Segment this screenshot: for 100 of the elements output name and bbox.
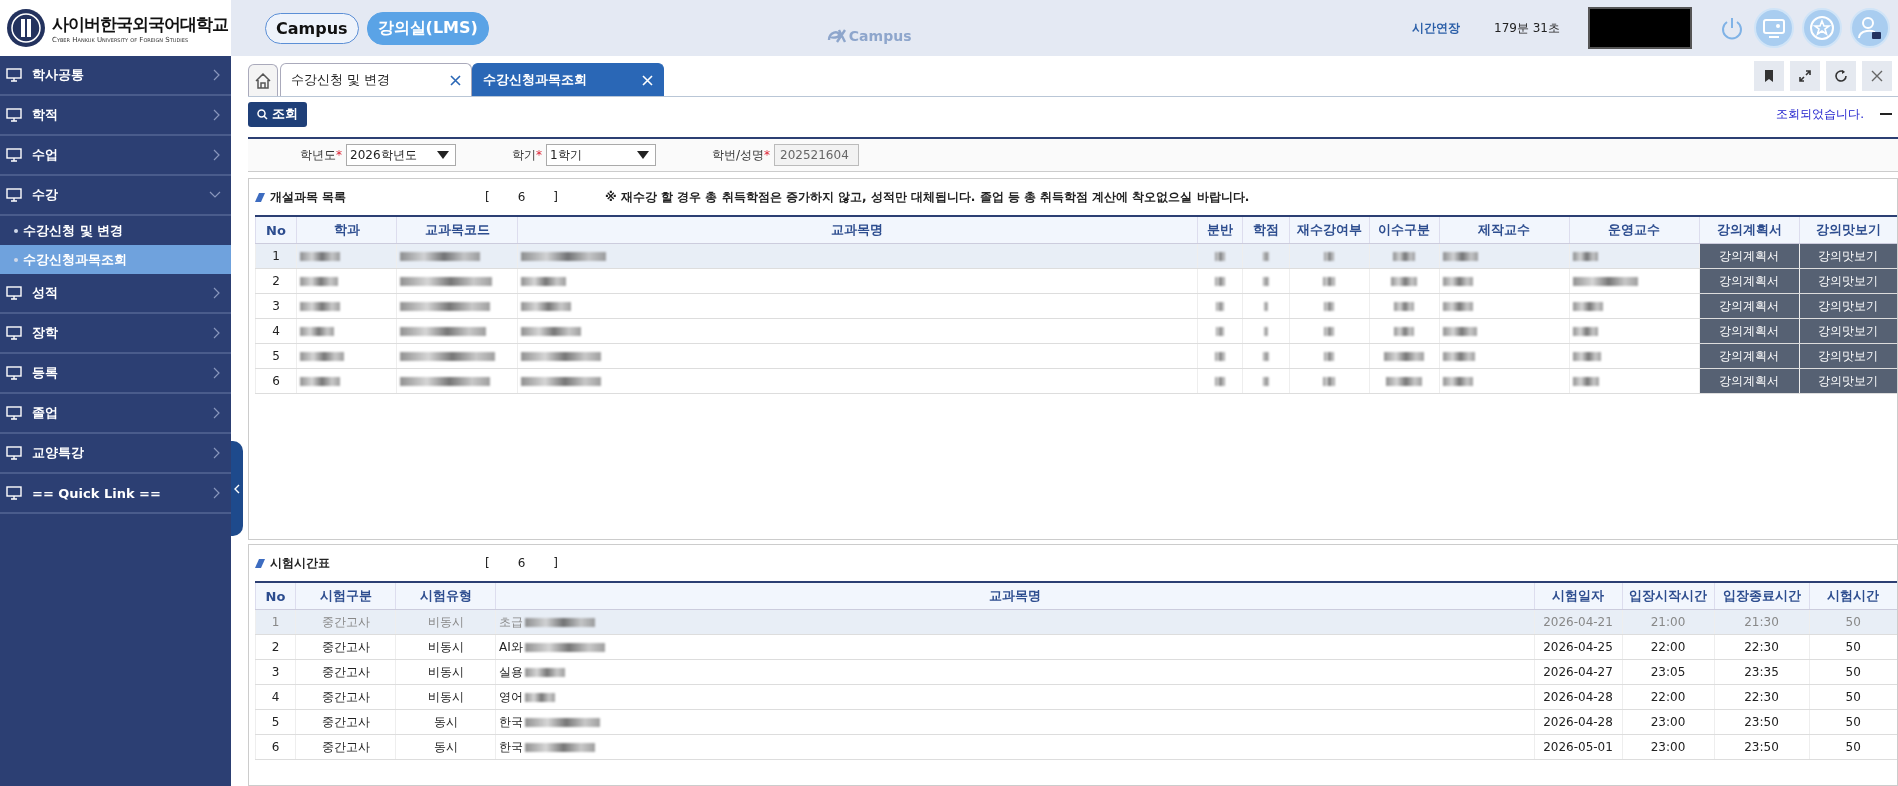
- sidebar-item[interactable]: 장학: [0, 314, 231, 354]
- column-header: 교과목명: [495, 582, 1534, 610]
- syllabus-button[interactable]: 강의계획서: [1699, 294, 1799, 318]
- redacted-text: [300, 377, 340, 386]
- column-header: No: [255, 216, 297, 244]
- column-header: 이수구분: [1369, 216, 1439, 244]
- redacted-text: [1386, 377, 1422, 386]
- extend-time-link[interactable]: 시간연장: [1412, 19, 1460, 37]
- sidebar-subitem[interactable]: 수강신청 및 변경: [0, 216, 231, 245]
- table-row[interactable]: 2 중간고사 비동시 AI와 2026-04-25 22:00 22:30 50: [255, 634, 1897, 660]
- table-row[interactable]: 3 중간고사 비동시 실용 2026-04-27 23:05 23:35 50: [255, 659, 1897, 685]
- table-cell: 23:50: [1714, 734, 1809, 760]
- table-cell: 21:00: [1622, 609, 1714, 635]
- redacted-text: [1394, 327, 1414, 336]
- table-cell: 1: [255, 609, 296, 635]
- table-cell: 22:00: [1622, 684, 1714, 710]
- redacted-text: [1442, 277, 1473, 286]
- table-cell: 50: [1809, 634, 1897, 660]
- sidebar-item[interactable]: 학사공통: [0, 56, 231, 96]
- record-count: 6: [517, 556, 526, 570]
- column-header: 교과목명: [517, 216, 1197, 244]
- column-header: 분반: [1197, 216, 1242, 244]
- collapse-handle[interactable]: [231, 441, 243, 536]
- caret-icon: [637, 151, 649, 159]
- input-field[interactable]: 202521604: [774, 144, 860, 166]
- redacted-text: [521, 327, 581, 336]
- dropdown[interactable]: 2026학년도: [346, 144, 456, 166]
- preview-button[interactable]: 강의맛보기: [1799, 344, 1897, 368]
- table-row[interactable]: 3 강의계획서 강의맛보기: [255, 293, 1897, 319]
- sidebar-item[interactable]: 수강: [0, 176, 231, 216]
- redacted-text: [1572, 327, 1598, 336]
- redacted-text: [525, 667, 565, 677]
- bookmark-button[interactable]: [1754, 61, 1784, 91]
- page-tab[interactable]: 수강신청과목조회: [472, 63, 664, 96]
- redacted-text: [300, 327, 334, 336]
- table-cell: 50: [1809, 659, 1897, 685]
- table-row[interactable]: 2 강의계획서 강의맛보기: [255, 268, 1897, 294]
- sidebar-item[interactable]: 졸업: [0, 394, 231, 434]
- table-cell: 3: [255, 293, 297, 319]
- close-icon[interactable]: [450, 74, 461, 86]
- syllabus-button[interactable]: 강의계획서: [1699, 269, 1799, 293]
- table-cell: 23:00: [1622, 734, 1714, 760]
- table-cell: 50: [1809, 609, 1897, 635]
- close-button[interactable]: [1862, 61, 1892, 91]
- column-header: 강의맛보기: [1799, 216, 1897, 244]
- redacted-text: [1323, 377, 1335, 386]
- syllabus-button[interactable]: 강의계획서: [1699, 244, 1799, 268]
- home-button[interactable]: [248, 64, 278, 96]
- table-cell: 2: [255, 268, 297, 294]
- sidebar-item[interactable]: 등록: [0, 354, 231, 394]
- syllabus-button[interactable]: 강의계획서: [1699, 319, 1799, 343]
- caret-icon: [437, 151, 449, 159]
- table-cell: 22:30: [1714, 634, 1809, 660]
- sidebar-item[interactable]: 수업: [0, 136, 231, 176]
- redacted-text: [1442, 377, 1473, 386]
- redacted-text: [1323, 277, 1335, 286]
- table-row[interactable]: 1 강의계획서 강의맛보기: [255, 243, 1897, 269]
- page-tab[interactable]: 수강신청 및 변경: [280, 63, 472, 96]
- table-cell: 중간고사: [295, 709, 396, 735]
- emblem-icon: [6, 8, 46, 48]
- nav-button[interactable]: Campus: [265, 12, 359, 44]
- section-title: 개설과목 목록: [270, 188, 348, 206]
- tab-label: 수강신청과목조회: [483, 71, 587, 89]
- table-row[interactable]: 6 중간고사 동시 한국 2026-05-01 23:00 23:50 50: [255, 734, 1897, 760]
- redacted-text: [300, 302, 340, 311]
- monitor-icon: [6, 366, 22, 380]
- search-icon: [257, 108, 268, 120]
- monitor-icon: [6, 108, 22, 122]
- star-button[interactable]: [1802, 8, 1842, 48]
- sidebar-item[interactable]: 학적: [0, 96, 231, 136]
- syllabus-button[interactable]: 강의계획서: [1699, 344, 1799, 368]
- monitor-icon: [6, 286, 22, 300]
- syllabus-button[interactable]: 강의계획서: [1699, 369, 1799, 393]
- search-button[interactable]: 조회: [248, 101, 307, 127]
- table-row[interactable]: 6 강의계획서 강의맛보기: [255, 368, 1897, 394]
- sidebar-item[interactable]: 성적: [0, 274, 231, 314]
- preview-button[interactable]: 강의맛보기: [1799, 269, 1897, 293]
- table-row[interactable]: 5 강의계획서 강의맛보기: [255, 343, 1897, 369]
- column-header: 교과목코드: [396, 216, 518, 244]
- table-cell: 4: [255, 318, 297, 344]
- table-row[interactable]: 4 강의계획서 강의맛보기: [255, 318, 1897, 344]
- refresh-button[interactable]: [1826, 61, 1856, 91]
- preview-button[interactable]: 강의맛보기: [1799, 244, 1897, 268]
- table-cell: 2026-04-21: [1534, 609, 1622, 635]
- redacted-text: [1215, 302, 1224, 311]
- redacted-text: [1572, 377, 1599, 386]
- table-cell: 23:35: [1714, 659, 1809, 685]
- redacted-text: [300, 277, 338, 286]
- preview-button[interactable]: 강의맛보기: [1799, 369, 1897, 393]
- table-row[interactable]: 5 중간고사 동시 한국 2026-04-28 23:00 23:50 50: [255, 709, 1897, 735]
- dropdown[interactable]: 1학기: [546, 144, 656, 166]
- table-row[interactable]: 4 중간고사 비동시 영어 2026-04-28 22:00 22:30 50: [255, 684, 1897, 710]
- expand-button[interactable]: [1790, 61, 1820, 91]
- preview-button[interactable]: 강의맛보기: [1799, 294, 1897, 318]
- column-header: No: [255, 582, 296, 610]
- user-lock-button[interactable]: [1850, 8, 1890, 48]
- table-cell: 중간고사: [295, 634, 396, 660]
- preview-button[interactable]: 강의맛보기: [1799, 319, 1897, 343]
- monitor-icon: [6, 326, 22, 340]
- table-cell: 6: [255, 368, 297, 394]
